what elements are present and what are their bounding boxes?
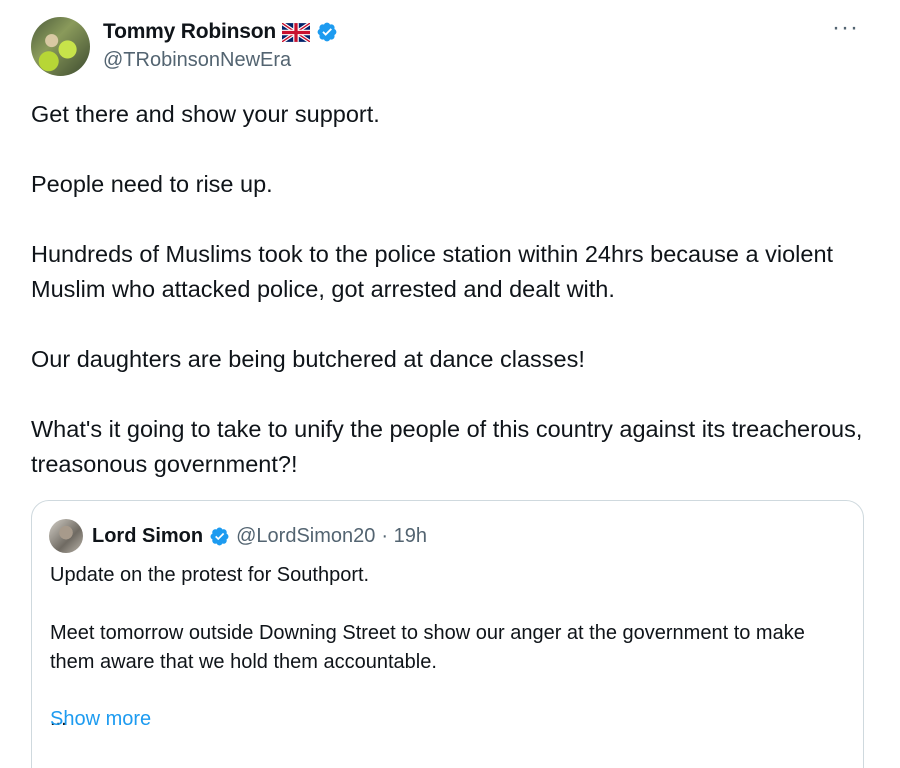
quoted-author-handle[interactable]: @LordSimon20 xyxy=(236,525,375,548)
quoted-tweet-text: Update on the protest for Southport. Mee… xyxy=(50,561,850,732)
quoted-author-avatar[interactable] xyxy=(49,519,83,553)
tweet-text: Get there and show your support. People … xyxy=(31,97,871,482)
quoted-tweet-header: Lord Simon @LordSimon20 · 19h xyxy=(92,523,427,549)
tweet-paragraph: Our daughters are being butchered at dan… xyxy=(31,346,585,372)
quoted-ellipsis: ... xyxy=(50,708,67,730)
quoted-paragraph: Meet tomorrow outside Downing Street to … xyxy=(50,622,805,673)
show-more-link[interactable]: Show more xyxy=(50,708,151,731)
tweet-paragraph: Get there and show your support. xyxy=(31,101,380,127)
uk-flag-icon xyxy=(281,22,310,42)
author-display-name[interactable]: Tommy Robinson xyxy=(103,20,276,44)
tweet-paragraph: Hundreds of Muslims took to the police s… xyxy=(31,241,834,302)
tweet-paragraph: People need to rise up. xyxy=(31,171,273,197)
quoted-author-display-name[interactable]: Lord Simon xyxy=(92,525,203,548)
tweet-paragraph: What's it going to take to unify the peo… xyxy=(31,416,863,477)
verified-badge-icon[interactable] xyxy=(316,21,338,43)
author-avatar[interactable] xyxy=(31,17,90,76)
quoted-tweet[interactable]: Lord Simon @LordSimon20 · 19h Update on … xyxy=(31,500,864,768)
more-options-icon[interactable]: ··· xyxy=(832,16,859,40)
quoted-timestamp[interactable]: · 19h xyxy=(381,525,427,548)
tweet-card: Tommy Robinson @TRobinsonNewEra ··· Get … xyxy=(0,0,900,768)
verified-badge-icon[interactable] xyxy=(209,526,230,547)
author-name-row: Tommy Robinson xyxy=(103,18,338,46)
author-handle[interactable]: @TRobinsonNewEra xyxy=(103,49,291,72)
quoted-paragraph: Update on the protest for Southport. xyxy=(50,564,370,586)
